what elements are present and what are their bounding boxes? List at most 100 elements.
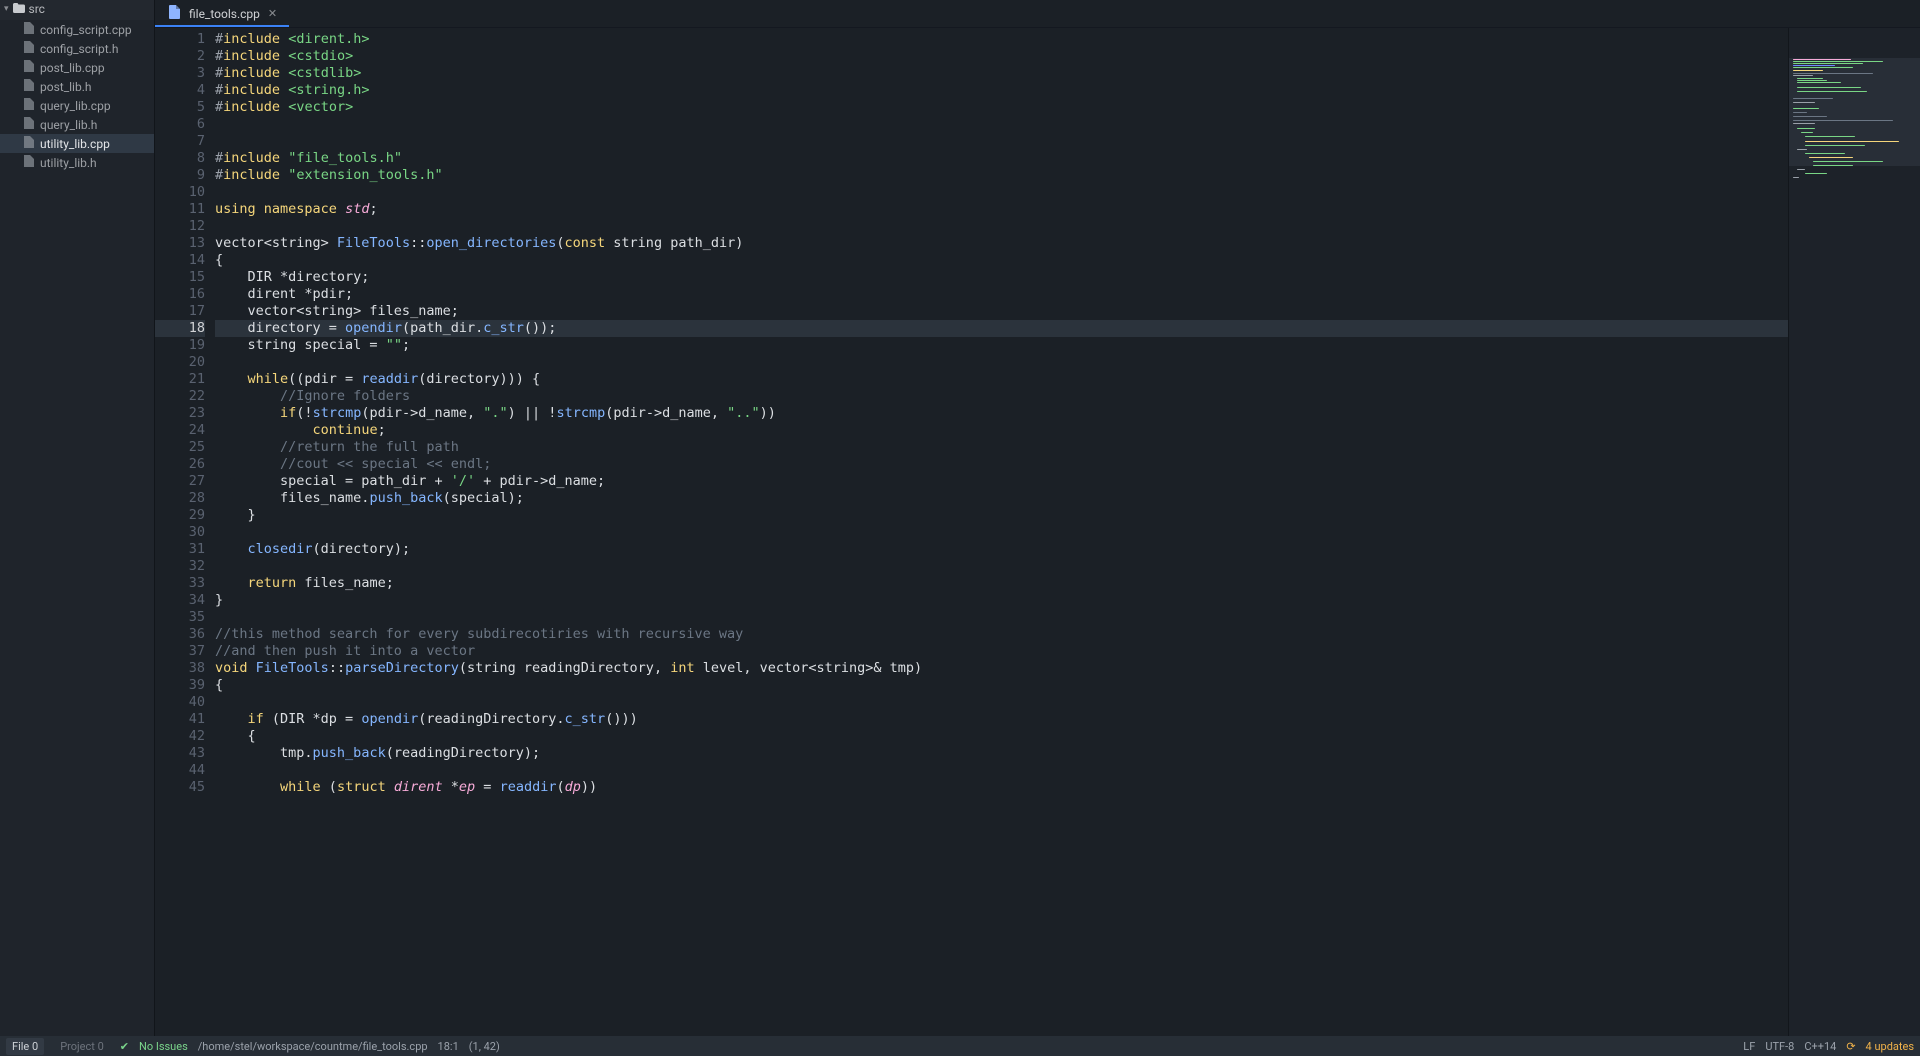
code-line[interactable]	[215, 524, 1788, 541]
line-gutter[interactable]: 1234567891011121314151617181920212223242…	[155, 28, 215, 1056]
line-number[interactable]: 27	[155, 473, 205, 490]
line-number[interactable]: 3	[155, 65, 205, 82]
line-number[interactable]: 35	[155, 609, 205, 626]
code-line[interactable]	[215, 694, 1788, 711]
code-line[interactable]: vector<string> FileTools::open_directori…	[215, 235, 1788, 252]
code-line[interactable]: DIR *directory;	[215, 269, 1788, 286]
code-line[interactable]: {	[215, 252, 1788, 269]
line-number[interactable]: 36	[155, 626, 205, 643]
line-number[interactable]: 5	[155, 99, 205, 116]
code-line[interactable]: //and then push it into a vector	[215, 643, 1788, 660]
code-line[interactable]: #include <vector>	[215, 99, 1788, 116]
code-line[interactable]: #include "file_tools.h"	[215, 150, 1788, 167]
code-editor[interactable]: 1234567891011121314151617181920212223242…	[155, 28, 1920, 1056]
code-line[interactable]: {	[215, 728, 1788, 745]
line-number[interactable]: 44	[155, 762, 205, 779]
status-project-chip[interactable]: Project 0	[54, 1038, 110, 1055]
line-number[interactable]: 17	[155, 303, 205, 320]
tree-root-row[interactable]: ▾ src	[0, 0, 154, 20]
code-line[interactable]: files_name.push_back(special);	[215, 490, 1788, 507]
line-number[interactable]: 25	[155, 439, 205, 456]
line-number[interactable]: 41	[155, 711, 205, 728]
code-line[interactable]	[215, 116, 1788, 133]
code-line[interactable]: dirent *pdir;	[215, 286, 1788, 303]
code-line[interactable]: }	[215, 507, 1788, 524]
code-line[interactable]: directory = opendir(path_dir.c_str());	[215, 320, 1788, 337]
status-language[interactable]: C++14	[1804, 1040, 1836, 1053]
line-number[interactable]: 4	[155, 82, 205, 99]
status-eol[interactable]: LF	[1743, 1040, 1755, 1053]
code-line[interactable]: return files_name;	[215, 575, 1788, 592]
code-line[interactable]: }	[215, 592, 1788, 609]
code-line[interactable]: {	[215, 677, 1788, 694]
code-line[interactable]: while((pdir = readdir(directory))) {	[215, 371, 1788, 388]
code-line[interactable]: tmp.push_back(readingDirectory);	[215, 745, 1788, 762]
line-number[interactable]: 26	[155, 456, 205, 473]
code-line[interactable]	[215, 218, 1788, 235]
status-updates[interactable]: 4 updates	[1866, 1040, 1914, 1053]
code-line[interactable]: if (DIR *dp = opendir(readingDirectory.c…	[215, 711, 1788, 728]
tab-file-tools[interactable]: file_tools.cpp ✕	[155, 0, 289, 27]
code-line[interactable]: #include <cstdio>	[215, 48, 1788, 65]
sidebar-item-query-lib-h[interactable]: query_lib.h	[0, 115, 154, 134]
line-number[interactable]: 16	[155, 286, 205, 303]
line-number[interactable]: 29	[155, 507, 205, 524]
status-encoding[interactable]: UTF-8	[1765, 1040, 1794, 1053]
line-number[interactable]: 24	[155, 422, 205, 439]
line-number[interactable]: 11	[155, 201, 205, 218]
status-issues[interactable]: No Issues	[139, 1040, 188, 1053]
code-line[interactable]	[215, 354, 1788, 371]
code-line[interactable]: string special = "";	[215, 337, 1788, 354]
code-line[interactable]	[215, 558, 1788, 575]
code-line[interactable]	[215, 762, 1788, 779]
code-line[interactable]: //this method search for every subdireco…	[215, 626, 1788, 643]
code-line[interactable]	[215, 133, 1788, 150]
code-line[interactable]: #include <dirent.h>	[215, 31, 1788, 48]
line-number[interactable]: 21	[155, 371, 205, 388]
line-number[interactable]: 20	[155, 354, 205, 371]
code-line[interactable]: //return the full path	[215, 439, 1788, 456]
status-position[interactable]: 18:1	[438, 1040, 459, 1053]
line-number[interactable]: 13	[155, 235, 205, 252]
line-number[interactable]: 7	[155, 133, 205, 150]
line-number[interactable]: 45	[155, 779, 205, 796]
sidebar-item-config-script-cpp[interactable]: config_script.cpp	[0, 20, 154, 39]
code-line[interactable]: closedir(directory);	[215, 541, 1788, 558]
line-number[interactable]: 30	[155, 524, 205, 541]
code-line[interactable]: while (struct dirent *ep = readdir(dp))	[215, 779, 1788, 796]
status-path[interactable]: /home/stel/workspace/countme/file_tools.…	[198, 1040, 428, 1053]
line-number[interactable]: 33	[155, 575, 205, 592]
code-line[interactable]: vector<string> files_name;	[215, 303, 1788, 320]
code-line[interactable]	[215, 184, 1788, 201]
sidebar-item-post-lib-cpp[interactable]: post_lib.cpp	[0, 58, 154, 77]
close-icon[interactable]: ✕	[268, 7, 277, 20]
code-line[interactable]: special = path_dir + '/' + pdir->d_name;	[215, 473, 1788, 490]
line-number[interactable]: 42	[155, 728, 205, 745]
minimap[interactable]	[1788, 28, 1920, 1056]
line-number[interactable]: 19	[155, 337, 205, 354]
code-line[interactable]	[215, 609, 1788, 626]
status-file-chip[interactable]: File 0	[6, 1038, 44, 1055]
code-area[interactable]: #include <dirent.h>#include <cstdio> #inc…	[215, 28, 1788, 1056]
line-number[interactable]: 2	[155, 48, 205, 65]
line-number[interactable]: 43	[155, 745, 205, 762]
line-number[interactable]: 39	[155, 677, 205, 694]
tab-bar[interactable]: file_tools.cpp ✕	[155, 0, 1920, 28]
line-number[interactable]: 15	[155, 269, 205, 286]
line-number[interactable]: 6	[155, 116, 205, 133]
line-number[interactable]: 1	[155, 31, 205, 48]
code-line[interactable]: //Ignore folders	[215, 388, 1788, 405]
line-number[interactable]: 31	[155, 541, 205, 558]
sidebar-item-query-lib-cpp[interactable]: query_lib.cpp	[0, 96, 154, 115]
file-tree-sidebar[interactable]: ▾ src config_script.cppconfig_script.hpo…	[0, 0, 155, 1056]
code-line[interactable]: #include <string.h>	[215, 82, 1788, 99]
line-number[interactable]: 18	[155, 320, 205, 337]
code-line[interactable]: void FileTools::parseDirectory(string re…	[215, 660, 1788, 677]
line-number[interactable]: 22	[155, 388, 205, 405]
sidebar-item-utility-lib-h[interactable]: utility_lib.h	[0, 153, 154, 172]
line-number[interactable]: 28	[155, 490, 205, 507]
line-number[interactable]: 37	[155, 643, 205, 660]
line-number[interactable]: 10	[155, 184, 205, 201]
line-number[interactable]: 23	[155, 405, 205, 422]
line-number[interactable]: 40	[155, 694, 205, 711]
